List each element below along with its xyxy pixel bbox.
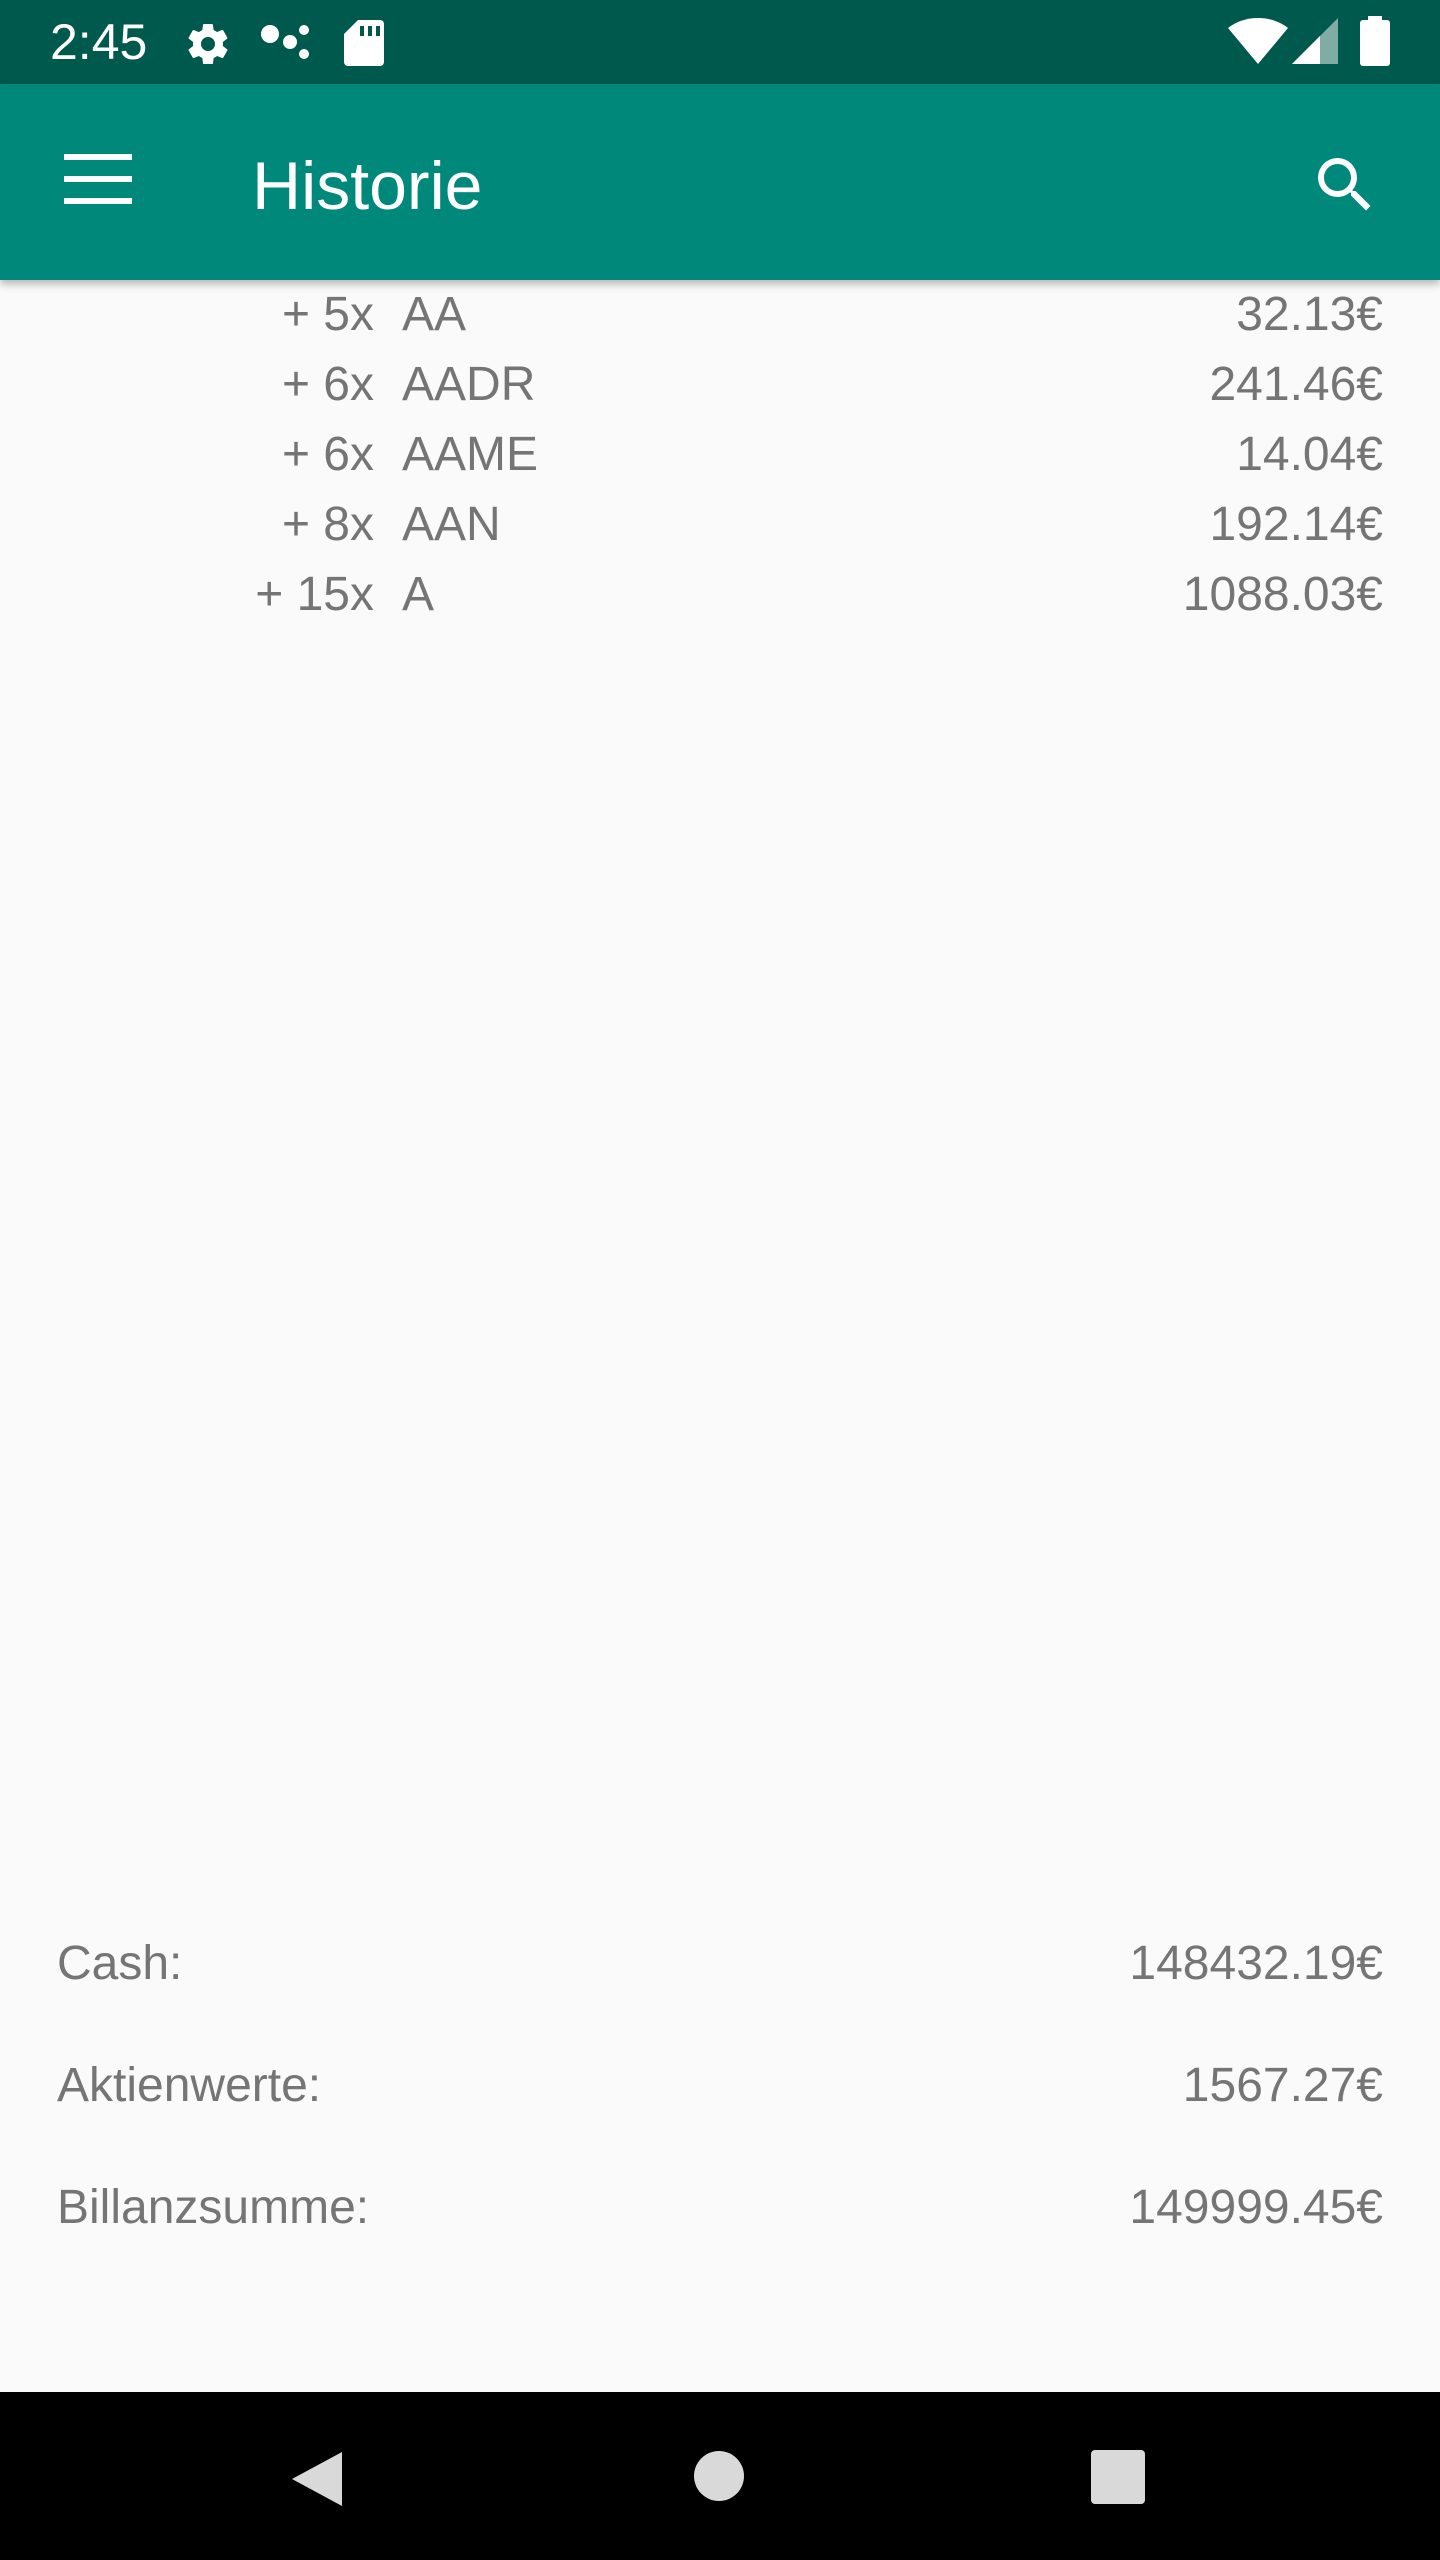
cell-signal-icon <box>1292 18 1338 64</box>
transaction-price: 1088.03€ <box>1182 568 1383 621</box>
cash-value: 148432.19€ <box>1129 1937 1383 1990</box>
summary-cash-row: Cash: 148432.19€ <box>0 1924 1440 2004</box>
transaction-price: 241.46€ <box>1209 358 1383 411</box>
stocks-value: 1567.27€ <box>1182 2059 1383 2112</box>
summary-stocks-row: Aktienwerte: 1567.27€ <box>0 2046 1440 2126</box>
recents-icon <box>1091 2450 1145 2504</box>
cash-label: Cash: <box>57 1937 183 1990</box>
back-icon <box>292 2452 342 2506</box>
transaction-symbol: AADR <box>402 358 536 411</box>
summary-total-row: Billanzsumme: 149999.45€ <box>0 2168 1440 2248</box>
back-button[interactable] <box>268 2426 368 2526</box>
transaction-quantity: + 15x <box>255 568 374 621</box>
app-bar: Historie <box>0 84 1440 280</box>
transaction-row[interactable]: + 15x A 1088.03€ <box>0 560 1440 630</box>
search-icon <box>1318 158 1371 211</box>
gear-icon <box>188 24 228 65</box>
transaction-symbol: AA <box>402 288 467 341</box>
transaction-row[interactable]: + 6x AADR 241.46€ <box>0 350 1440 420</box>
navigation-bar <box>0 2392 1440 2560</box>
sd-card-icon <box>344 20 384 66</box>
transaction-symbol: A <box>402 568 435 621</box>
transaction-row[interactable]: + 5x AA 32.13€ <box>0 280 1440 350</box>
transaction-quantity: + 6x <box>281 428 374 481</box>
transaction-price: 14.04€ <box>1236 428 1383 481</box>
search-button[interactable] <box>1300 140 1390 230</box>
transaction-row[interactable]: + 6x AAME 14.04€ <box>0 420 1440 490</box>
transaction-price: 192.14€ <box>1209 498 1383 551</box>
transaction-quantity: + 6x <box>281 358 374 411</box>
home-button[interactable] <box>669 2426 769 2526</box>
status-bar: 2:45 <box>0 0 1440 84</box>
menu-button[interactable] <box>48 142 148 222</box>
transaction-symbol: AAME <box>402 428 539 481</box>
stocks-label: Aktienwerte: <box>57 2059 322 2112</box>
total-value: 149999.45€ <box>1129 2181 1383 2234</box>
page-title: Historie <box>252 148 483 224</box>
wifi-icon <box>1228 18 1288 64</box>
transaction-row[interactable]: + 8x AAN 192.14€ <box>0 490 1440 560</box>
transaction-price: 32.13€ <box>1236 288 1383 341</box>
battery-icon <box>1360 16 1390 66</box>
hamburger-menu-icon <box>64 154 132 204</box>
home-icon <box>694 2451 744 2501</box>
total-label: Billanzsumme: <box>57 2181 370 2234</box>
recents-button[interactable] <box>1068 2426 1168 2526</box>
status-time: 2:45 <box>50 14 148 70</box>
transaction-quantity: + 8x <box>281 498 374 551</box>
dots-icon <box>261 25 309 59</box>
transaction-quantity: + 5x <box>281 288 374 341</box>
transaction-symbol: AAN <box>402 498 501 551</box>
